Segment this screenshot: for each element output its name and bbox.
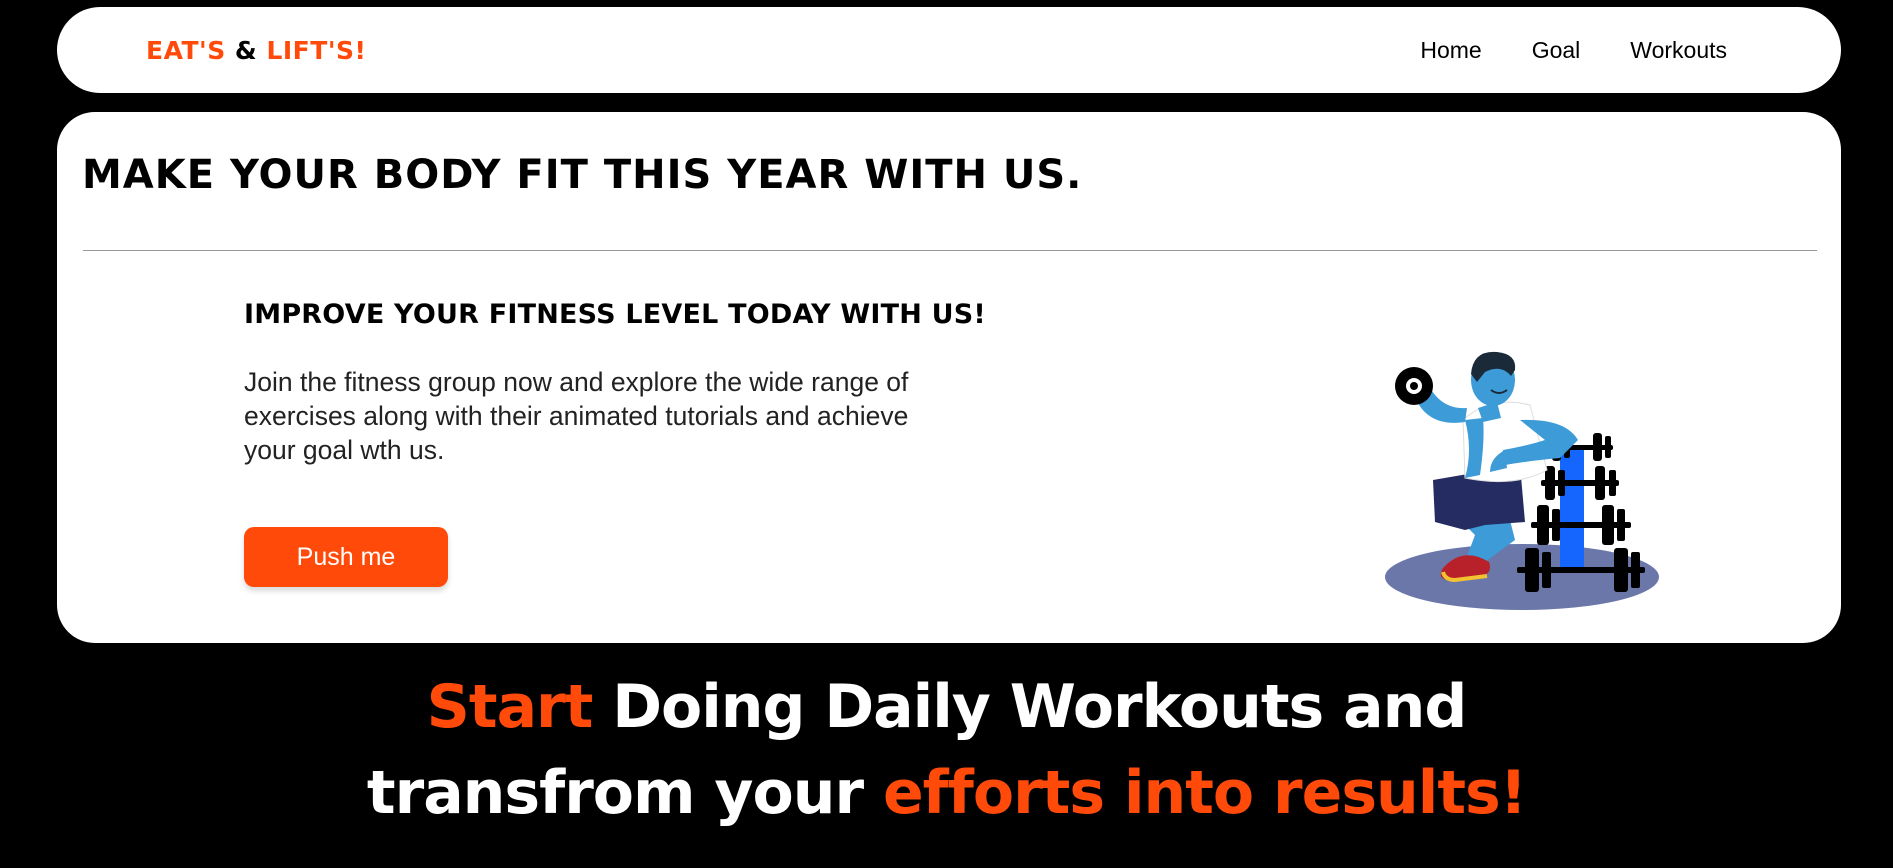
tagline-start: Start	[426, 672, 594, 742]
man-with-dumbbell-illustration	[1385, 351, 1659, 610]
hero-subtitle: IMPROVE YOUR FITNESS LEVEL TODAY WITH US…	[244, 299, 986, 330]
logo-ampersand: &	[234, 35, 258, 65]
tagline: Start Doing Daily Workouts and transfrom…	[0, 664, 1893, 836]
tagline-line2: transfrom your	[366, 758, 883, 828]
push-me-button[interactable]: Push me	[244, 527, 448, 587]
hero-title: MAKE YOUR BODY FIT THIS YEAR WITH US.	[82, 152, 1083, 198]
hero-card: MAKE YOUR BODY FIT THIS YEAR WITH US. IM…	[57, 112, 1841, 643]
hero-description: Join the fitness group now and explore t…	[244, 367, 909, 465]
navbar: EAT'S & LIFT'S! Home Goal Workouts	[57, 7, 1841, 93]
tagline-line1: Doing Daily Workouts and	[592, 672, 1467, 742]
nav-link-home[interactable]: Home	[1420, 37, 1481, 64]
nav-links: Home Goal Workouts	[1420, 37, 1727, 64]
logo-eats: EAT'S	[146, 35, 226, 65]
logo[interactable]: EAT'S & LIFT'S!	[146, 36, 366, 65]
logo-lifts: LIFT'S!	[266, 35, 367, 65]
tagline-results: efforts into results!	[882, 758, 1527, 828]
nav-link-workouts[interactable]: Workouts	[1630, 37, 1727, 64]
nav-link-goal[interactable]: Goal	[1532, 37, 1581, 64]
hero-divider	[83, 250, 1817, 251]
